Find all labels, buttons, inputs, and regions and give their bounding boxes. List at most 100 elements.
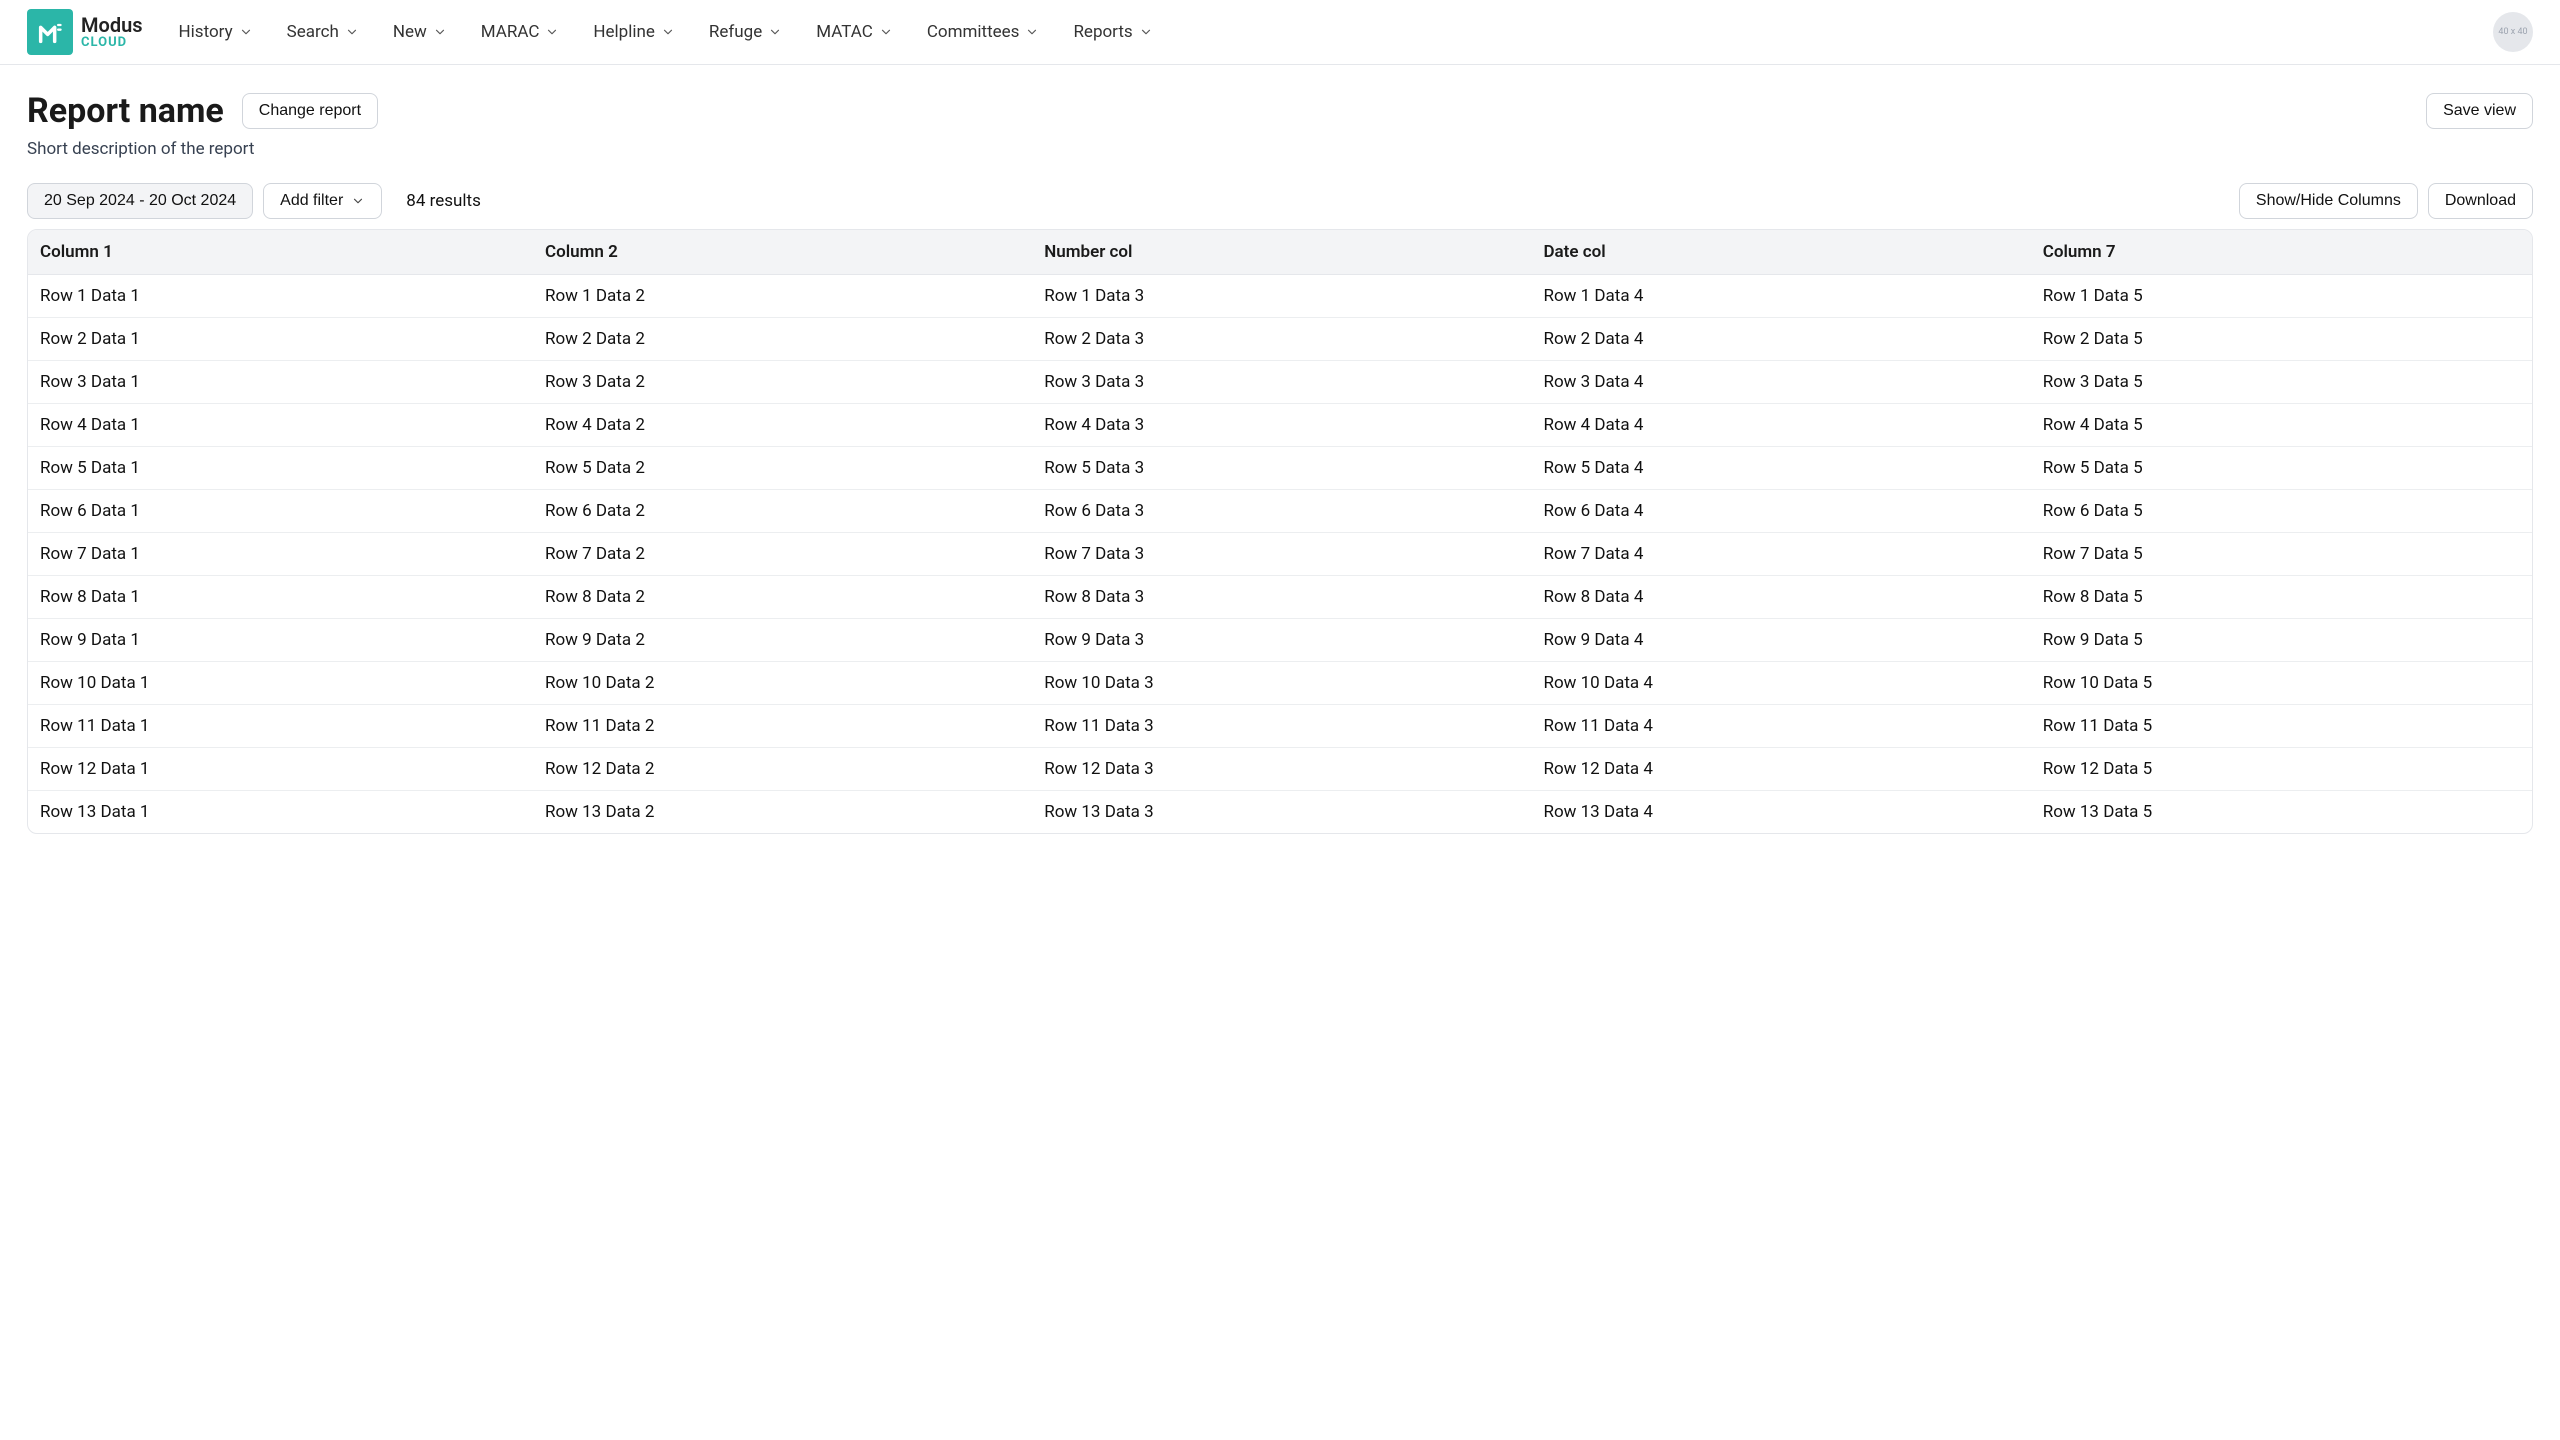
- table-cell: Row 11 Data 2: [535, 705, 1034, 748]
- table-cell: Row 1 Data 5: [2033, 275, 2532, 318]
- table-row[interactable]: Row 8 Data 1Row 8 Data 2Row 8 Data 3Row …: [28, 576, 2532, 619]
- table-cell: Row 6 Data 2: [535, 490, 1034, 533]
- table-cell: Row 5 Data 2: [535, 447, 1034, 490]
- table-cell: Row 13 Data 5: [2033, 791, 2532, 834]
- table-cell: Row 9 Data 5: [2033, 619, 2532, 662]
- logo[interactable]: Modus CLOUD: [27, 9, 143, 55]
- column-header[interactable]: Column 7: [2033, 230, 2532, 275]
- nav-item-helpline[interactable]: Helpline: [591, 16, 677, 48]
- table-row[interactable]: Row 5 Data 1Row 5 Data 2Row 5 Data 3Row …: [28, 447, 2532, 490]
- table-cell: Row 10 Data 1: [28, 662, 535, 705]
- top-nav: Modus CLOUD History Search New MARAC Helplin…: [0, 0, 2560, 65]
- table-row[interactable]: Row 10 Data 1Row 10 Data 2Row 10 Data 3 R…: [28, 662, 2532, 705]
- nav-item-history[interactable]: History: [177, 16, 255, 48]
- add-filter-button[interactable]: Add filter: [263, 183, 382, 219]
- table-cell: Row 3 Data 1: [28, 361, 535, 404]
- table-cell: Row 7 Data 5: [2033, 533, 2532, 576]
- table-cell: Row 1 Data 3: [1034, 275, 1533, 318]
- date-range-button[interactable]: 20 Sep 2024 - 20 Oct 2024: [27, 183, 253, 219]
- table-cell: Row 13 Data 1: [28, 791, 535, 834]
- page-subtitle: Short description of the report: [27, 139, 2533, 159]
- table-cell: Row 7 Data 1: [28, 533, 535, 576]
- save-view-button[interactable]: Save view: [2426, 93, 2533, 129]
- nav-item-marac[interactable]: MARAC: [479, 16, 562, 48]
- table-row[interactable]: Row 12 Data 1Row 12 Data 2Row 12 Data 3 R…: [28, 748, 2532, 791]
- download-label: Download: [2445, 192, 2516, 210]
- table-cell: Row 9 Data 1: [28, 619, 535, 662]
- nav-item-refuge[interactable]: Refuge: [707, 16, 784, 48]
- nav-item-committees[interactable]: Committees: [925, 16, 1042, 48]
- table-cell: Row 1 Data 1: [28, 275, 535, 318]
- table-cell: Row 6 Data 4: [1533, 490, 2032, 533]
- column-header[interactable]: Column 1: [28, 230, 535, 275]
- table-cell: Row 12 Data 1: [28, 748, 535, 791]
- add-filter-label: Add filter: [280, 192, 343, 210]
- table-cell: Row 12 Data 3: [1034, 748, 1533, 791]
- avatar[interactable]: 40 x 40: [2493, 12, 2533, 52]
- page-content: Report name Change report Save view Shor…: [0, 65, 2560, 860]
- table-cell: Row 12 Data 5: [2033, 748, 2532, 791]
- column-header[interactable]: Date col: [1533, 230, 2032, 275]
- chevron-down-icon: [661, 25, 675, 39]
- table-cell: Row 8 Data 5: [2033, 576, 2532, 619]
- table-cell: Row 12 Data 2: [535, 748, 1034, 791]
- table-row[interactable]: Row 3 Data 1Row 3 Data 2Row 3 Data 3Row …: [28, 361, 2532, 404]
- table-row[interactable]: Row 9 Data 1Row 9 Data 2Row 9 Data 3Row …: [28, 619, 2532, 662]
- column-header[interactable]: Number col: [1034, 230, 1533, 275]
- nav-item-matac[interactable]: MATAC: [814, 16, 895, 48]
- show-hide-columns-button[interactable]: Show/Hide Columns: [2239, 183, 2418, 219]
- table-row[interactable]: Row 4 Data 1Row 4 Data 2Row 4 Data 3Row …: [28, 404, 2532, 447]
- logo-text-bottom: CLOUD: [81, 36, 143, 50]
- results-count: 84 results: [406, 191, 481, 211]
- table-cell: Row 10 Data 5: [2033, 662, 2532, 705]
- table-row[interactable]: Row 2 Data 1Row 2 Data 2Row 2 Data 3Row …: [28, 318, 2532, 361]
- toolbar: 20 Sep 2024 - 20 Oct 2024 Add filter 84 …: [27, 183, 2533, 219]
- table-cell: Row 13 Data 4: [1533, 791, 2032, 834]
- nav-item-label: Helpline: [593, 22, 655, 42]
- chevron-down-icon: [1139, 25, 1153, 39]
- chevron-down-icon: [879, 25, 893, 39]
- column-header[interactable]: Column 2: [535, 230, 1034, 275]
- table-cell: Row 7 Data 3: [1034, 533, 1533, 576]
- date-range-label: 20 Sep 2024 - 20 Oct 2024: [44, 192, 236, 210]
- table-row[interactable]: Row 13 Data 1Row 13 Data 2Row 13 Data 3R…: [28, 791, 2532, 834]
- table-cell: Row 9 Data 2: [535, 619, 1034, 662]
- table-cell: Row 6 Data 1: [28, 490, 535, 533]
- table-row[interactable]: Row 11 Data 1Row 11 Data 2Row 11 Data 3R…: [28, 705, 2532, 748]
- nav-item-reports[interactable]: Reports: [1071, 16, 1154, 48]
- nav-item-label: Refuge: [709, 22, 762, 42]
- change-report-button[interactable]: Change report: [242, 93, 378, 129]
- table-row[interactable]: Row 7 Data 1Row 7 Data 2Row 7 Data 3Row …: [28, 533, 2532, 576]
- table-cell: Row 4 Data 4: [1533, 404, 2032, 447]
- table-cell: Row 13 Data 3: [1034, 791, 1533, 834]
- table-cell: Row 10 Data 2: [535, 662, 1034, 705]
- chevron-down-icon: [345, 25, 359, 39]
- report-table: Column 1Column 2Number colDate colColumn…: [28, 230, 2532, 833]
- table-cell: Row 10 Data 3: [1034, 662, 1533, 705]
- logo-mark-icon: [27, 9, 73, 55]
- logo-text: Modus CLOUD: [81, 15, 143, 50]
- nav-item-search[interactable]: Search: [285, 16, 361, 48]
- table-cell: Row 2 Data 2: [535, 318, 1034, 361]
- table-cell: Row 13 Data 2: [535, 791, 1034, 834]
- table-cell: Row 6 Data 5: [2033, 490, 2532, 533]
- table-row[interactable]: Row 1 Data 1Row 1 Data 2Row 1 Data 3Row …: [28, 275, 2532, 318]
- chevron-down-icon: [351, 194, 365, 208]
- table-cell: Row 2 Data 5: [2033, 318, 2532, 361]
- nav-item-label: New: [393, 22, 427, 42]
- table-cell: Row 5 Data 1: [28, 447, 535, 490]
- table-cell: Row 2 Data 4: [1533, 318, 2032, 361]
- change-report-label: Change report: [259, 102, 361, 120]
- table-row[interactable]: Row 6 Data 1Row 6 Data 2Row 6 Data 3Row …: [28, 490, 2532, 533]
- table-cell: Row 8 Data 3: [1034, 576, 1533, 619]
- table-cell: Row 4 Data 1: [28, 404, 535, 447]
- download-button[interactable]: Download: [2428, 183, 2533, 219]
- nav-item-new[interactable]: New: [391, 16, 449, 48]
- report-table-wrap: Column 1Column 2Number colDate colColumn…: [27, 229, 2533, 834]
- chevron-down-icon: [1025, 25, 1039, 39]
- table-cell: Row 5 Data 5: [2033, 447, 2532, 490]
- table-cell: Row 4 Data 5: [2033, 404, 2532, 447]
- table-cell: Row 2 Data 1: [28, 318, 535, 361]
- table-cell: Row 9 Data 4: [1533, 619, 2032, 662]
- table-cell: Row 11 Data 3: [1034, 705, 1533, 748]
